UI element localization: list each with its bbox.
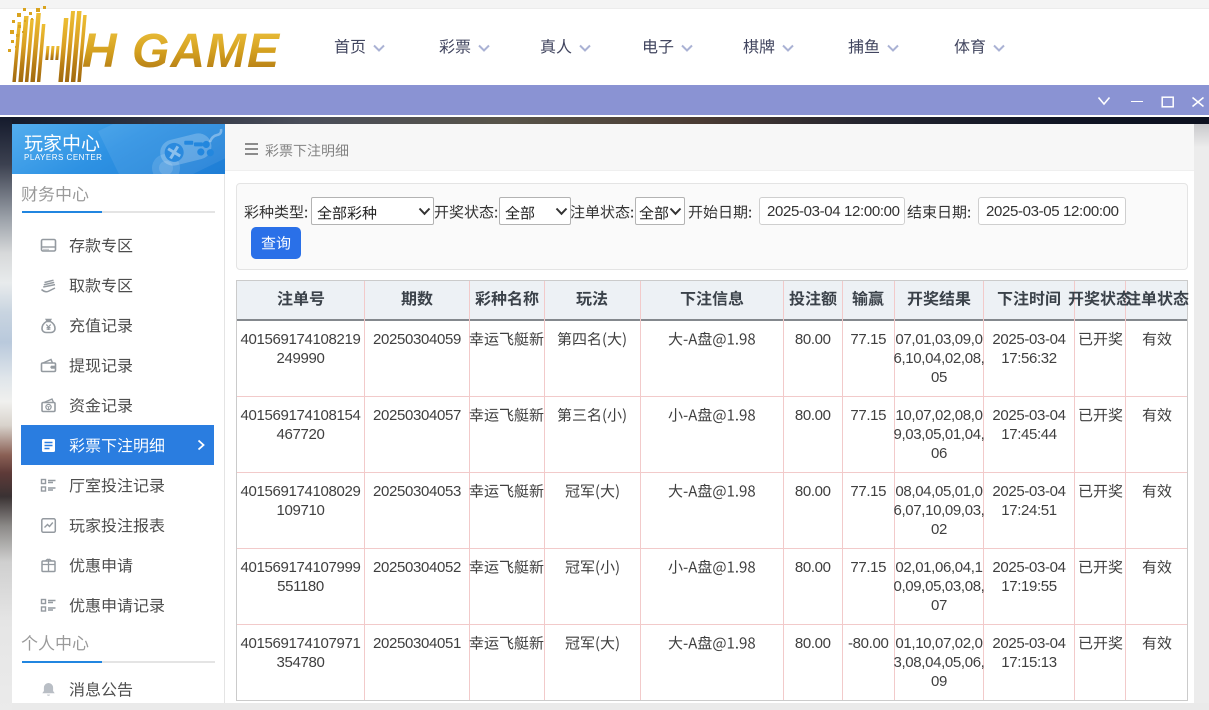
svg-text:H GAME: H GAME <box>82 25 281 78</box>
